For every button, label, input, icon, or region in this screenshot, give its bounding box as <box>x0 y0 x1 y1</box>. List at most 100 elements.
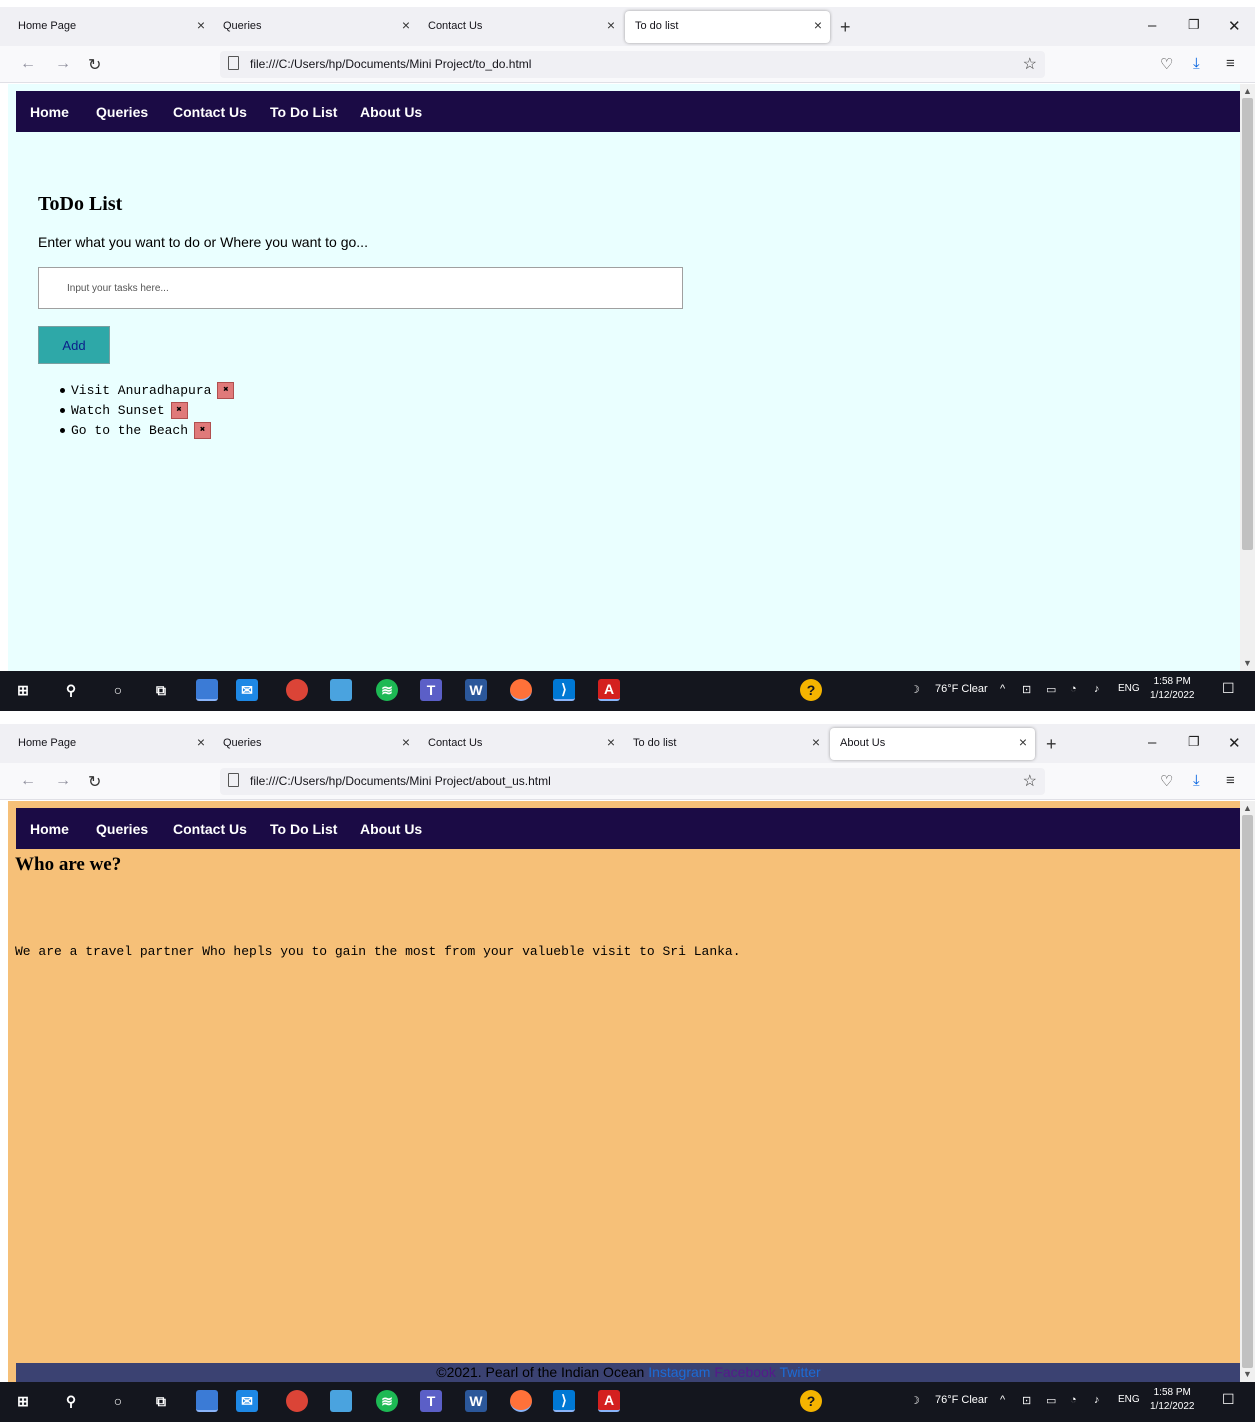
nav-to-do-list[interactable]: To Do List <box>270 104 337 120</box>
hamburger-icon[interactable]: ≡ <box>1226 55 1235 72</box>
language-indicator[interactable]: ENG <box>1118 1394 1140 1405</box>
help-icon[interactable]: ? <box>800 1390 822 1412</box>
hamburger-icon[interactable]: ≡ <box>1226 772 1235 789</box>
file-explorer-icon[interactable] <box>196 679 218 701</box>
tab-home-page[interactable]: Home Page × <box>8 11 213 43</box>
nav-about-us[interactable]: About Us <box>360 821 422 837</box>
notification-icon[interactable]: ☐ <box>1222 1391 1235 1408</box>
weather-text[interactable]: 76°F Clear <box>935 683 988 695</box>
spotify-icon[interactable]: ≋ <box>376 679 398 701</box>
task-view-icon[interactable]: ⧉ <box>150 1390 172 1412</box>
minimize-icon[interactable]: – <box>1148 734 1156 751</box>
arrow-left-icon[interactable]: ← <box>20 772 36 790</box>
tab-contact-us[interactable]: Contact Us × <box>418 728 623 760</box>
nav-queries[interactable]: Queries <box>96 104 148 120</box>
chevron-up-icon[interactable]: ^ <box>1000 1394 1005 1406</box>
arrow-right-icon[interactable]: → <box>55 55 71 73</box>
close-icon[interactable]: × <box>1019 734 1027 750</box>
battery-icon[interactable]: ▭ <box>1046 1394 1056 1407</box>
teams-icon[interactable]: T <box>420 679 442 701</box>
scroll-up-icon[interactable]: ▲ <box>1243 803 1252 813</box>
scrollbar[interactable]: ▲ ▼ <box>1240 801 1255 1382</box>
download-icon[interactable]: ⤓ <box>1193 55 1200 72</box>
close-icon[interactable]: × <box>607 734 615 750</box>
star-icon[interactable]: ☆ <box>1023 54 1037 74</box>
plus-icon[interactable]: + <box>1046 734 1057 755</box>
tab-to-do-list[interactable]: To do list × <box>623 728 828 760</box>
firefox-icon[interactable] <box>510 679 532 701</box>
close-icon[interactable]: × <box>402 17 410 33</box>
nav-home[interactable]: Home <box>30 104 69 120</box>
minimize-icon[interactable]: – <box>1148 17 1156 34</box>
footer-link-instagram[interactable]: Instagram <box>648 1364 710 1380</box>
footer-link-facebook[interactable]: Facebook <box>714 1364 775 1380</box>
star-icon[interactable]: ☆ <box>1023 771 1037 791</box>
scrollbar[interactable]: ▲ ▼ <box>1240 84 1255 671</box>
nav-queries[interactable]: Queries <box>96 821 148 837</box>
battery-icon[interactable]: ▭ <box>1046 683 1056 696</box>
wifi-icon[interactable]: ◔ <box>1070 1394 1077 1406</box>
chrome-icon[interactable] <box>286 679 308 701</box>
weather-text[interactable]: 76°F Clear <box>935 1394 988 1406</box>
scroll-up-icon[interactable]: ▲ <box>1243 86 1252 96</box>
tab-about-us[interactable]: About Us × <box>830 728 1035 760</box>
nav-contact-us[interactable]: Contact Us <box>173 104 247 120</box>
scroll-down-icon[interactable]: ▼ <box>1243 658 1252 668</box>
acrobat-icon[interactable]: A <box>598 1390 620 1412</box>
delete-button[interactable]: ✖ <box>217 381 235 399</box>
tab-contact-us[interactable]: Contact Us × <box>418 11 623 43</box>
teams-icon[interactable]: T <box>420 1390 442 1412</box>
footer-link-twitter[interactable]: Twitter <box>779 1364 820 1380</box>
tab-to-do-list[interactable]: To do list × <box>625 11 830 43</box>
vscode-icon[interactable]: ⟩ <box>553 1390 575 1412</box>
restore-icon[interactable]: ❐ <box>1188 734 1200 750</box>
window-close-icon[interactable]: ✕ <box>1228 734 1241 752</box>
url-text[interactable]: file:///C:/Users/hp/Documents/Mini Proje… <box>250 57 531 71</box>
close-icon[interactable]: × <box>814 17 822 33</box>
url-bar[interactable]: file:///C:/Users/hp/Documents/Mini Proje… <box>220 51 1045 78</box>
scrollbar-thumb[interactable] <box>1242 815 1253 1368</box>
chrome-icon[interactable] <box>286 1390 308 1412</box>
arrow-left-icon[interactable]: ← <box>20 55 36 73</box>
network-icon[interactable]: ⊡ <box>1022 683 1031 696</box>
task-input[interactable] <box>38 267 683 309</box>
download-icon[interactable]: ⤓ <box>1193 772 1200 789</box>
nav-about-us[interactable]: About Us <box>360 104 422 120</box>
reload-icon[interactable]: ↻ <box>88 772 101 792</box>
close-icon[interactable]: × <box>197 17 205 33</box>
close-icon[interactable]: × <box>607 17 615 33</box>
task-view-icon[interactable]: ⧉ <box>150 679 172 701</box>
pocket-icon[interactable]: ♡ <box>1160 772 1173 790</box>
tab-home-page[interactable]: Home Page × <box>8 728 213 760</box>
url-text[interactable]: file:///C:/Users/hp/Documents/Mini Proje… <box>250 774 551 788</box>
vscode-icon[interactable]: ⟩ <box>553 679 575 701</box>
pocket-icon[interactable]: ♡ <box>1160 55 1173 73</box>
plus-icon[interactable]: + <box>840 17 851 38</box>
cortana-icon[interactable]: ○ <box>107 679 129 701</box>
clock[interactable]: 1:58 PM 1/12/2022 <box>1150 1386 1195 1414</box>
scroll-down-icon[interactable]: ▼ <box>1243 1369 1252 1379</box>
help-icon[interactable]: ? <box>800 679 822 701</box>
language-indicator[interactable]: ENG <box>1118 683 1140 694</box>
restore-icon[interactable]: ❐ <box>1188 17 1200 33</box>
search-icon[interactable]: ⚲ <box>60 1390 82 1412</box>
window-close-icon[interactable]: ✕ <box>1228 17 1241 35</box>
nav-to-do-list[interactable]: To Do List <box>270 821 337 837</box>
app-icon[interactable] <box>330 679 352 701</box>
clock[interactable]: 1:58 PM 1/12/2022 <box>1150 675 1195 703</box>
word-icon[interactable]: W <box>465 1390 487 1412</box>
mail-icon[interactable]: ✉ <box>236 1390 258 1412</box>
acrobat-icon[interactable]: A <box>598 679 620 701</box>
cortana-icon[interactable]: ○ <box>107 1390 129 1412</box>
windows-start-icon[interactable]: ⊞ <box>12 679 34 701</box>
add-button[interactable]: Add <box>38 326 110 364</box>
network-icon[interactable]: ⊡ <box>1022 1394 1031 1407</box>
mail-icon[interactable]: ✉ <box>236 679 258 701</box>
windows-start-icon[interactable]: ⊞ <box>12 1390 34 1412</box>
chevron-up-icon[interactable]: ^ <box>1000 683 1005 695</box>
volume-icon[interactable]: ♪ <box>1094 1394 1100 1406</box>
file-explorer-icon[interactable] <box>196 1390 218 1412</box>
close-icon[interactable]: × <box>402 734 410 750</box>
tab-queries[interactable]: Queries × <box>213 11 418 43</box>
notification-icon[interactable]: ☐ <box>1222 680 1235 697</box>
